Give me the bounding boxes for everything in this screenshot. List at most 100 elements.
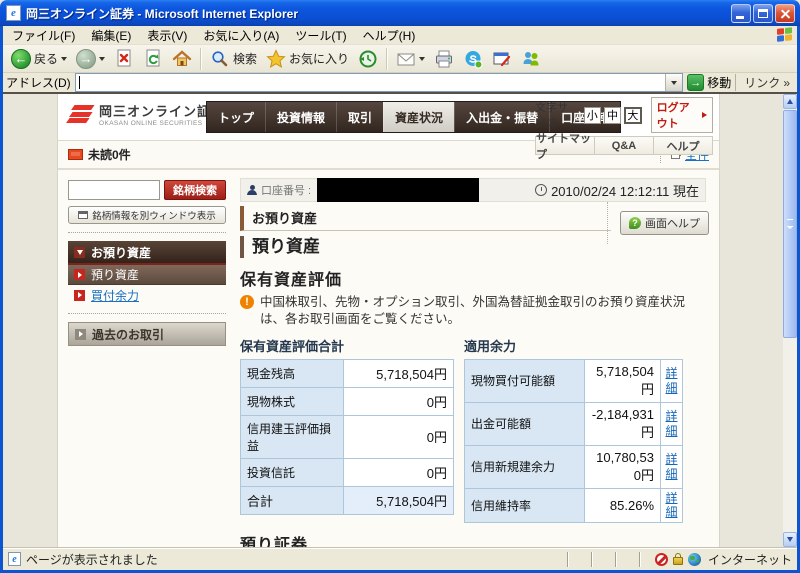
menu-item-tools[interactable]: ツール(T) bbox=[288, 26, 353, 45]
row-value: -2,184,931円 bbox=[585, 402, 661, 445]
address-dropdown-button[interactable] bbox=[665, 74, 682, 91]
symbol-search-input[interactable] bbox=[68, 180, 160, 200]
qa-link[interactable]: Q&A bbox=[595, 136, 654, 155]
favorites-button[interactable]: お気に入り bbox=[262, 47, 353, 71]
screen-help-area: ? 画面ヘルプ bbox=[607, 202, 709, 244]
row-label: 投資信託 bbox=[241, 458, 344, 486]
sidebar-section-past-trades[interactable]: 過去のお取引 bbox=[68, 322, 226, 346]
font-size-large-button[interactable]: 大 bbox=[624, 107, 642, 124]
row-value: 10,780,530円 bbox=[585, 445, 661, 488]
row-label: 現物買付可能額 bbox=[465, 359, 585, 402]
scroll-thumb[interactable] bbox=[783, 110, 797, 338]
status-divider bbox=[567, 552, 569, 567]
detail-link[interactable]: 詳細 bbox=[666, 491, 678, 520]
minimize-button[interactable] bbox=[731, 4, 751, 23]
detail-link[interactable]: 詳細 bbox=[666, 366, 678, 395]
favorites-star-icon bbox=[266, 49, 286, 69]
row-label: 現金残高 bbox=[241, 359, 344, 387]
sidebar: 銘柄検索 銘柄情報を別ウィンドウ表示 お預り資産 bbox=[58, 170, 228, 547]
nav-tab-invest-info[interactable]: 投資情報 bbox=[265, 102, 336, 132]
back-dropdown-icon[interactable] bbox=[61, 57, 67, 61]
forward-dropdown-icon[interactable] bbox=[99, 57, 105, 61]
ie-logo-icon: e bbox=[6, 5, 21, 21]
address-bar: アドレス(D) → 移動 リンク » bbox=[3, 73, 797, 94]
font-size-medium-button[interactable]: 中 bbox=[604, 107, 621, 124]
refresh-icon bbox=[143, 49, 163, 69]
forward-button[interactable]: → bbox=[72, 47, 109, 71]
divider bbox=[68, 313, 226, 314]
status-divider bbox=[615, 552, 617, 567]
address-input[interactable] bbox=[75, 73, 684, 92]
print-button[interactable] bbox=[430, 47, 458, 71]
edit-button[interactable] bbox=[488, 47, 516, 71]
table-row-total: 合計5,718,504円 bbox=[241, 486, 454, 514]
detail-link[interactable]: 詳細 bbox=[666, 452, 678, 481]
internet-zone-icon bbox=[688, 553, 701, 566]
notice: ! 中国株取引、先物・オプション取引、外国為替証拠金取引のお預り資産状況は、各お… bbox=[240, 294, 695, 328]
detail-link[interactable]: 詳細 bbox=[666, 409, 678, 438]
menu-bar: ファイル(F) 編集(E) 表示(V) お気に入り(A) ツール(T) ヘルプ(… bbox=[3, 26, 797, 45]
logout-button[interactable]: ログアウト bbox=[651, 97, 713, 133]
site-header: 岡三オンライン証券 OKASAN ONLINE SECURITIES トップ 投… bbox=[58, 94, 719, 141]
close-button[interactable] bbox=[775, 4, 795, 23]
history-button[interactable] bbox=[354, 47, 382, 71]
menu-item-file[interactable]: ファイル(F) bbox=[5, 26, 82, 45]
sidebar-item-buying-power[interactable]: 買付余力 bbox=[68, 285, 226, 305]
nav-tab-trade[interactable]: 取引 bbox=[336, 102, 383, 132]
refresh-button[interactable] bbox=[139, 47, 167, 71]
breadcrumb: お預り資産 bbox=[240, 206, 611, 231]
window-title: 岡三オンライン証券 - Microsoft Internet Explorer bbox=[26, 5, 726, 22]
privacy-report-icon[interactable] bbox=[655, 553, 668, 566]
menu-item-view[interactable]: 表示(V) bbox=[140, 26, 194, 45]
logout-label: ログアウト bbox=[657, 99, 699, 131]
summary-table-title: 保有資産評価合計 bbox=[240, 336, 454, 355]
warning-icon: ! bbox=[240, 295, 254, 309]
messenger-button[interactable] bbox=[517, 47, 545, 71]
table-row: 出金可能額-2,184,931円詳細 bbox=[465, 402, 683, 445]
asset-tables: 保有資産評価合計 現金残高5,718,504円 現物株式0円 信用建玉評価損益0… bbox=[240, 336, 706, 523]
menu-item-help[interactable]: ヘルプ(H) bbox=[356, 26, 423, 45]
go-arrow-icon: → bbox=[687, 74, 704, 91]
scroll-up-button[interactable] bbox=[783, 94, 797, 109]
row-value: 0円 bbox=[344, 458, 454, 486]
mail-button[interactable] bbox=[392, 47, 429, 71]
nav-tab-top[interactable]: トップ bbox=[207, 102, 265, 132]
search-button[interactable]: 検索 bbox=[206, 47, 261, 71]
maximize-button[interactable] bbox=[753, 4, 773, 23]
go-button[interactable]: → 移動 bbox=[687, 74, 731, 91]
home-button[interactable] bbox=[168, 47, 196, 71]
row-value: 0円 bbox=[344, 387, 454, 415]
menu-item-favorites[interactable]: お気に入り(A) bbox=[196, 26, 286, 45]
messenger-icon bbox=[521, 49, 541, 69]
symbol-search-button[interactable]: 銘柄検索 bbox=[164, 180, 226, 200]
sidebar-item-label: 買付余力 bbox=[91, 287, 139, 304]
menu-item-edit[interactable]: 編集(E) bbox=[84, 26, 138, 45]
forward-icon: → bbox=[76, 49, 96, 69]
sidebar-item-deposit-assets[interactable]: 預り資産 bbox=[68, 265, 226, 285]
font-size-small-button[interactable]: 小 bbox=[584, 107, 601, 124]
status-page-icon: e bbox=[8, 552, 21, 566]
sitemap-link[interactable]: サイトマップ bbox=[535, 136, 595, 155]
help-link[interactable]: ヘルプ bbox=[654, 136, 713, 155]
sidebar-section-deposit-assets[interactable]: お預り資産 bbox=[68, 241, 226, 265]
open-window-button[interactable]: 銘柄情報を別ウィンドウ表示 bbox=[68, 206, 226, 224]
row-label: 現物株式 bbox=[241, 387, 344, 415]
unread-count: 未読0件 bbox=[88, 146, 131, 163]
page-area: 岡三オンライン証券 OKASAN ONLINE SECURITIES トップ 投… bbox=[3, 94, 797, 547]
lock-icon bbox=[673, 557, 683, 565]
skype-button[interactable] bbox=[459, 47, 487, 71]
screen-help-button[interactable]: ? 画面ヘルプ bbox=[620, 211, 709, 235]
account-number-label: 口座番号 : bbox=[261, 182, 311, 198]
links-toolbar[interactable]: リンク » bbox=[735, 74, 794, 91]
mail-dropdown-icon[interactable] bbox=[419, 57, 425, 61]
scroll-down-button[interactable] bbox=[783, 532, 797, 547]
vertical-scrollbar[interactable] bbox=[783, 94, 797, 547]
back-button[interactable]: ← 戻る bbox=[7, 47, 71, 71]
nav-tab-asset-status[interactable]: 資産状況 bbox=[383, 102, 454, 132]
site-logo[interactable]: 岡三オンライン証券 OKASAN ONLINE SECURITIES bbox=[68, 101, 225, 127]
account-number-redacted bbox=[317, 178, 479, 202]
margin-table: 現物買付可能額5,718,504円詳細 出金可能額-2,184,931円詳細 信… bbox=[464, 359, 683, 523]
stop-button[interactable] bbox=[110, 47, 138, 71]
row-label: 出金可能額 bbox=[465, 402, 585, 445]
title-bar: e 岡三オンライン証券 - Microsoft Internet Explore… bbox=[0, 0, 800, 26]
